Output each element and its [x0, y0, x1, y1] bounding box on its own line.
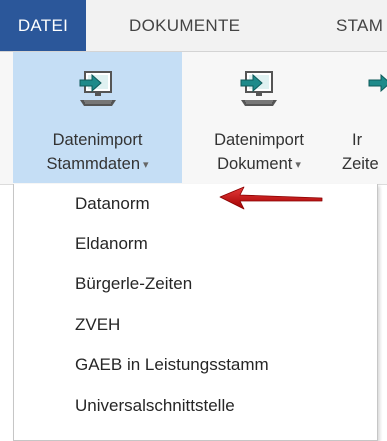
ribbon-panel: Datenimport Stammdaten ▾ Datenimport Doku… — [0, 52, 387, 185]
datenimport-stammdaten-button[interactable]: Datenimport Stammdaten ▾ — [13, 52, 182, 183]
import-icon — [368, 73, 387, 93]
chevron-down-icon: ▾ — [295, 159, 301, 171]
chevron-down-icon: ▾ — [143, 159, 149, 171]
tab-dokumente[interactable]: DOKUMENTE — [129, 0, 240, 51]
datenimport-dokument-button[interactable]: Datenimport Dokument ▾ — [182, 52, 336, 183]
menu-item-zveh[interactable]: ZVEH — [14, 306, 377, 344]
menu-item-gaeb-leistungsstamm[interactable]: GAEB in Leistungsstamm — [14, 346, 377, 384]
tab-stammdaten[interactable]: STAM — [336, 0, 383, 51]
ribbon-button-label: Ir Zeite — [342, 131, 379, 173]
import-icon — [240, 71, 277, 106]
import-icon — [79, 71, 116, 106]
import-zeiten-button[interactable]: Ir Zeite — [336, 52, 387, 183]
tab-datei[interactable]: DATEI — [0, 0, 86, 51]
ribbon-tab-bar: DATEI DOKUMENTE STAM — [0, 0, 387, 52]
datenimport-dropdown-menu: Datanorm Eldanorm Bürgerle-Zeiten ZVEH G… — [13, 184, 378, 441]
ribbon-button-label: Datenimport Stammdaten ▾ — [46, 131, 149, 173]
ribbon-button-label: Datenimport Dokument ▾ — [214, 131, 304, 173]
menu-item-universalschnittstelle[interactable]: Universalschnittstelle — [14, 387, 377, 425]
menu-item-buergerle-zeiten[interactable]: Bürgerle-Zeiten — [14, 265, 377, 303]
red-arrow-annotation-icon — [219, 186, 323, 210]
menu-item-eldanorm[interactable]: Eldanorm — [14, 225, 377, 263]
